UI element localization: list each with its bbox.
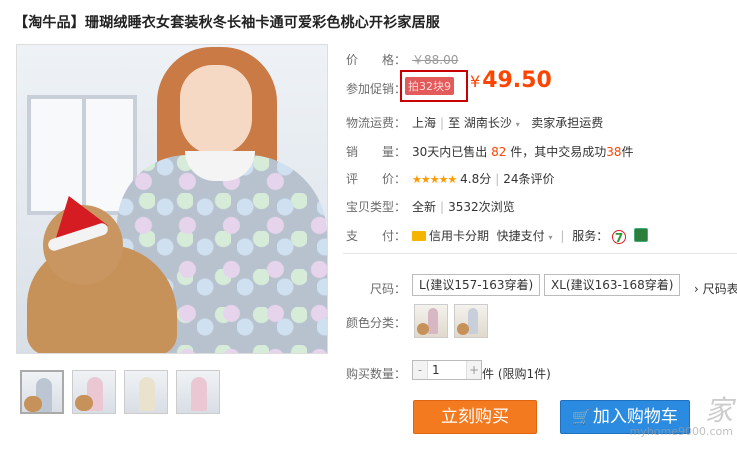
promo-row: 参加促销： 拍32块9 ¥49.50 (346, 68, 552, 102)
promo-tag[interactable]: 拍32块9 (405, 77, 454, 95)
rating-label: 评 价： (346, 172, 407, 186)
sales-row: 销 量： 30天内已售出 82 件，其中交易成功38件 (346, 143, 634, 160)
service-guarantee-icon[interactable] (633, 228, 648, 242)
thumbnail-1[interactable] (20, 370, 64, 414)
color-row: 颜色分类： (346, 304, 488, 338)
quantity-decrease-button[interactable]: - (413, 361, 427, 379)
quantity-label: 购买数量： (346, 367, 407, 381)
rating-score: 4.8分 (460, 172, 492, 186)
quantity-row: 购买数量： - 1 + 件 (限购1件) (346, 360, 551, 382)
seven-day-return-icon[interactable]: 7 (612, 230, 627, 245)
chevron-down-icon: ▾ (515, 120, 520, 129)
shipping-row: 物流运费： 上海 | 至 湖南长沙 ▾ 卖家承担运费 (346, 114, 603, 131)
original-price: ￥88.00 (412, 53, 459, 67)
success-count: 38 (606, 145, 622, 159)
credit-installment-link[interactable]: 信用卡分期 (429, 229, 489, 243)
shipping-from: 上海 (412, 116, 437, 130)
thumbnail-2[interactable] (72, 370, 116, 414)
sold-count: 82 (491, 145, 507, 159)
buy-now-button[interactable]: 立刻购买 (413, 400, 537, 434)
product-main-image[interactable] (16, 44, 328, 354)
size-option-l[interactable]: L(建议157-163穿着) (412, 274, 541, 296)
shipping-to-prefix: 至 (448, 116, 461, 130)
thumbnail-strip (20, 370, 220, 414)
shipping-label: 物流运费： (346, 116, 407, 130)
condition-row: 宝贝类型： 全新 | 3532次浏览 (346, 198, 515, 215)
service-label: 服务： (572, 229, 609, 243)
price-label: 价 格： (346, 53, 407, 67)
review-count-link[interactable]: 24条评价 (503, 172, 554, 186)
watermark-text: 家 (704, 394, 733, 427)
sales-suffix: 件 (621, 145, 634, 159)
quantity-limit-note: 件 (限购1件) (482, 367, 551, 381)
product-title: 【淘牛品】珊瑚绒睡衣女套装秋冬长袖卡通可爱彩色桃心开衫家居服 (14, 15, 440, 31)
sales-prefix: 30天内已售出 (412, 145, 488, 159)
credit-card-icon (412, 231, 426, 241)
current-price: ¥49.50 (470, 68, 552, 93)
separator: | (440, 116, 445, 130)
currency-symbol: ¥ (470, 72, 481, 91)
watermark-url: myhome9000.com (629, 425, 733, 438)
sales-mid: 件，其中交易成功 (510, 145, 607, 159)
promo-highlight-box: 拍32块9 (400, 70, 468, 102)
star-rating-icon: ★★★★★ (412, 173, 457, 186)
promo-label: 参加促销： (346, 82, 407, 96)
separator: | (495, 172, 500, 186)
shipping-destination-select[interactable]: 湖南长沙 ▾ (464, 116, 520, 130)
separator: | (440, 200, 445, 214)
chevron-down-icon: ▾ (548, 233, 553, 242)
current-price-value: 49.50 (482, 68, 552, 93)
chevron-right-icon: › (694, 282, 699, 296)
thumbnail-4[interactable] (176, 370, 220, 414)
condition-value: 全新 (412, 200, 437, 214)
shipping-note: 卖家承担运费 (531, 116, 604, 130)
price-row: 价 格： ￥88.00 (346, 51, 458, 68)
color-swatch-1[interactable] (414, 304, 448, 338)
condition-label: 宝贝类型： (346, 200, 407, 214)
rating-row: 评 价： ★★★★★ 4.8分 | 24条评价 (346, 170, 555, 187)
sales-label: 销 量： (346, 145, 407, 159)
size-option-xl[interactable]: XL(建议163-168穿着) (544, 274, 681, 296)
section-divider (343, 253, 737, 254)
model-face (180, 65, 252, 155)
separator: | (560, 229, 565, 243)
quantity-input[interactable]: 1 (427, 361, 467, 379)
size-chart-link[interactable]: › 尺码表 (694, 280, 737, 297)
view-count: 3532次浏览 (448, 200, 515, 214)
size-label: 尺码： (370, 282, 407, 296)
payment-label: 支 付： (346, 229, 407, 243)
color-swatch-2[interactable] (454, 304, 488, 338)
quantity-increase-button[interactable]: + (467, 361, 481, 379)
payment-row: 支 付： 信用卡分期 快捷支付 ▾ | 服务： 7 (346, 227, 648, 245)
quantity-stepper: - 1 + (412, 360, 482, 380)
quick-pay-link[interactable]: 快捷支付 (497, 229, 545, 243)
site-watermark: 家 myhome9000.com (583, 389, 733, 449)
thumbnail-3[interactable] (124, 370, 168, 414)
size-row: 尺码： L(建议157-163穿着) XL(建议163-168穿着) › 尺码表 (346, 274, 737, 297)
color-label: 颜色分类： (346, 316, 407, 330)
